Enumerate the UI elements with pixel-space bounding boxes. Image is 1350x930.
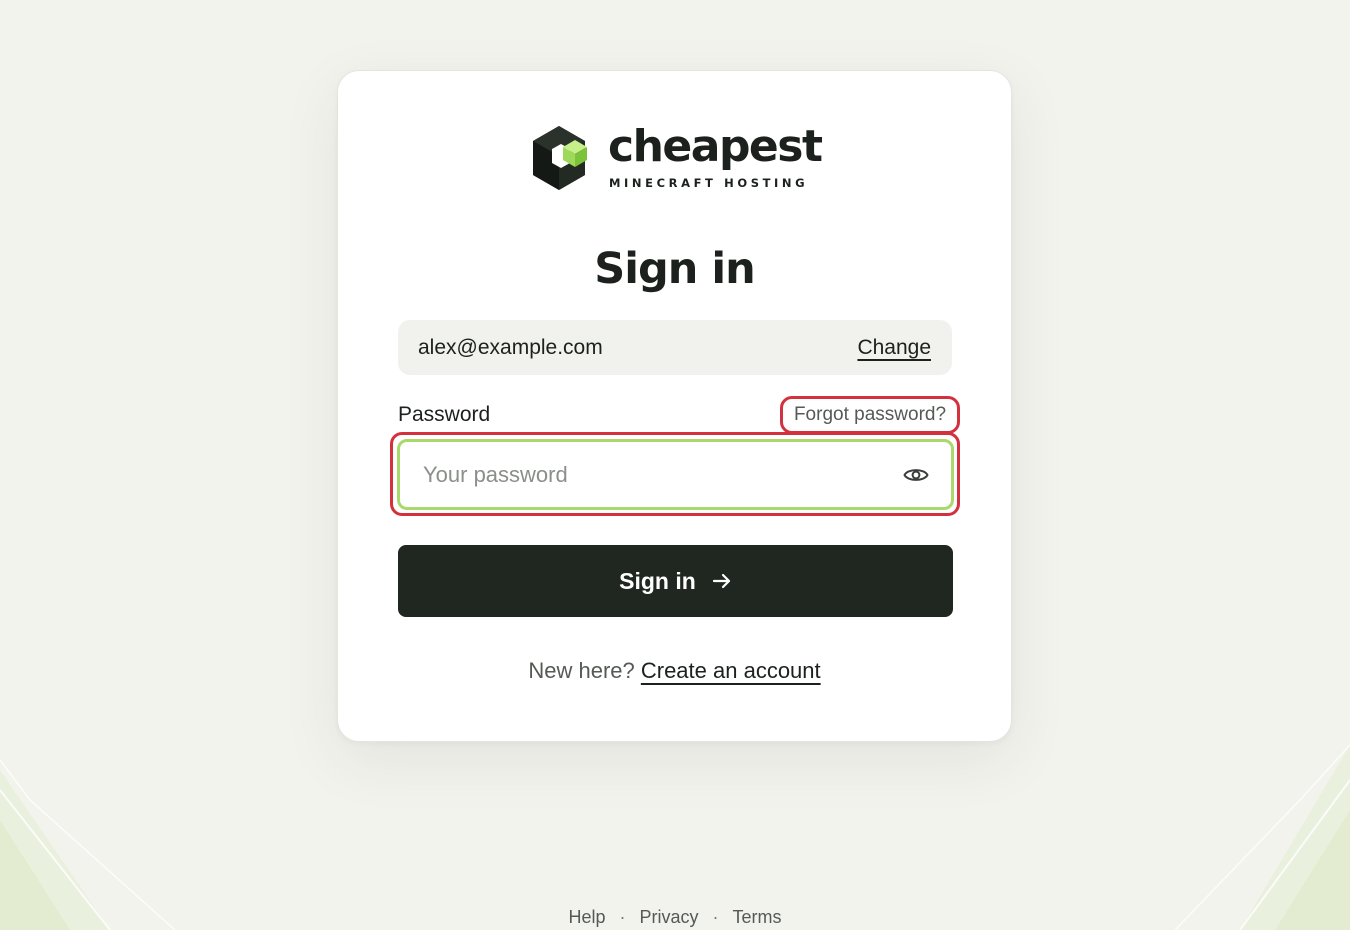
eye-icon [903, 469, 929, 481]
email-value: alex@example.com [418, 335, 603, 359]
page-title: Sign in [594, 244, 755, 294]
sign-in-button-label: Sign in [619, 567, 696, 594]
brand-name: cheapest [608, 121, 823, 172]
change-email-link[interactable]: Change [857, 336, 931, 360]
signup-prompt-row: New here? Create an account [338, 658, 1011, 684]
footer-link-terms[interactable]: Terms [733, 907, 782, 927]
cube-logo-icon [533, 126, 587, 190]
forgot-password-link[interactable]: Forgot password? [780, 396, 960, 434]
signup-prompt: New here? [528, 658, 635, 683]
brand-logo: cheapest MINECRAFT HOSTING [530, 121, 830, 195]
sign-in-button[interactable]: Sign in [398, 545, 953, 617]
password-label: Password [398, 403, 491, 426]
arrow-right-icon [712, 573, 730, 589]
email-display: alex@example.com Change [398, 320, 952, 375]
footer-link-help[interactable]: Help [568, 907, 605, 927]
footer-separator: · [712, 907, 719, 927]
password-field [397, 439, 954, 510]
footer: Help · Privacy · Terms [0, 907, 1350, 928]
footer-separator: · [619, 907, 626, 927]
brand-tagline: MINECRAFT HOSTING [609, 176, 809, 190]
password-input[interactable] [400, 442, 951, 507]
sign-in-card: cheapest MINECRAFT HOSTING Sign in alex@… [337, 70, 1012, 742]
create-account-link[interactable]: Create an account [641, 658, 821, 683]
footer-link-privacy[interactable]: Privacy [640, 907, 699, 927]
show-password-button[interactable] [901, 462, 931, 488]
